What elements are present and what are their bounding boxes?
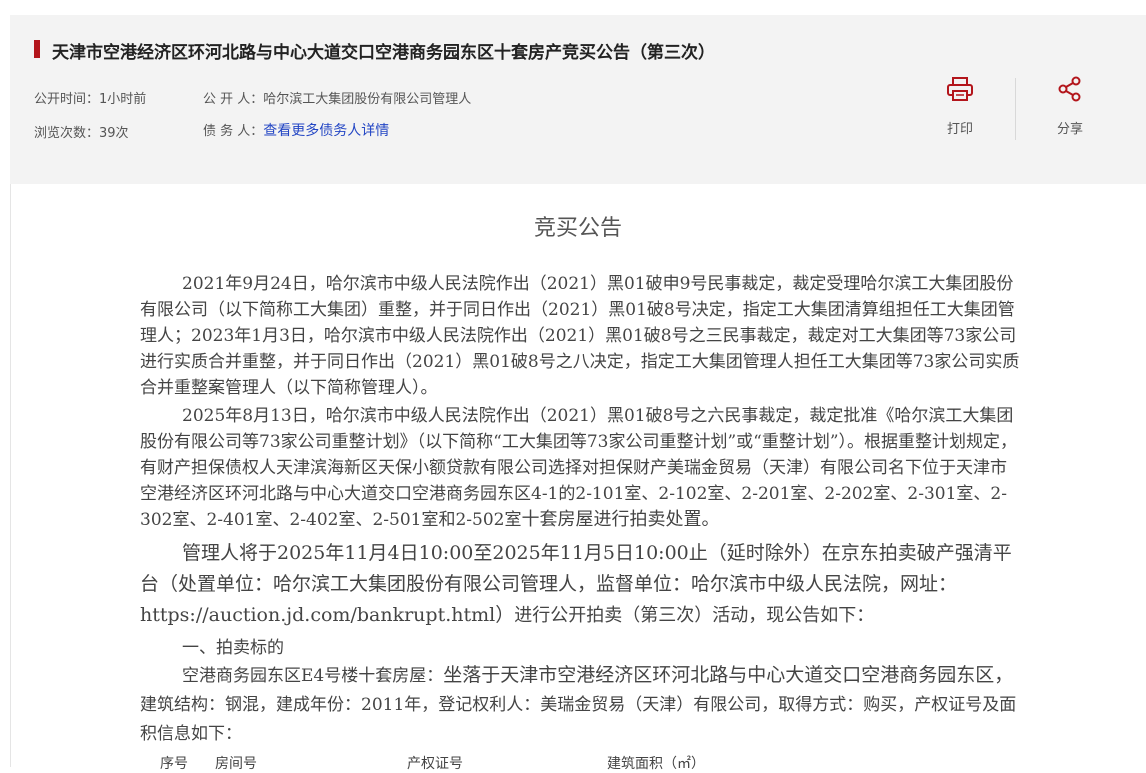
section-heading-1: 一、拍卖标的: [182, 638, 284, 658]
share-label: 分享: [1056, 122, 1083, 137]
debtor-details-link[interactable]: 查看更多债务人详情: [263, 123, 389, 139]
printer-icon: [947, 77, 973, 101]
views-count: 浏览次数：39次: [34, 122, 129, 141]
debtor-label: 债 务 人：: [203, 124, 264, 139]
publish-time-label: 公开时间：: [34, 92, 100, 107]
print-button[interactable]: 打印: [930, 76, 990, 137]
share-icon: [1058, 76, 1081, 102]
title-accent-bar: [34, 40, 40, 58]
paragraph-4-head: 空港商务园东区E4号楼十套房屋：: [182, 666, 444, 686]
table-header-index: 序号: [160, 756, 188, 772]
table-header-certificate: 产权证号: [407, 756, 463, 772]
paragraph-3-tail: 进行公开拍卖（第三次）活动，现公告如下：: [514, 605, 875, 626]
paragraph-4-text: 建筑结构：钢混，建成年份：2011年，登记权利人：美瑞金贸易（天津）有限公司，取…: [140, 695, 1017, 744]
document-border: [10, 184, 11, 767]
print-label: 打印: [946, 122, 973, 137]
paragraph-2: 2025年8月13日，哈尔滨市中级人民法院作出（2021）黑01破8号之六民事裁…: [140, 403, 1020, 533]
paragraph-1: 2021年9月24日，哈尔滨市中级人民法院作出（2021）黑01破申9号民事裁定…: [140, 274, 1020, 398]
publish-time: 公开时间：1小时前: [34, 88, 146, 107]
page-title: 天津市空港经济区环河北路与中心大道交口空港商务园东区十套房产竞买公告（第三次）: [52, 43, 715, 63]
views-value: 39次: [99, 126, 129, 141]
table-header-area: 建筑面积（㎡）: [607, 756, 705, 772]
views-label: 浏览次数：: [34, 126, 100, 141]
publisher-value: 哈尔滨工大集团股份有限公司管理人: [263, 92, 472, 107]
debtor: 债 务 人：查看更多债务人详情: [203, 120, 389, 140]
publisher-label: 公 开 人：: [203, 92, 264, 107]
paragraph-3: 管理人将于2025年11月4日10:00至2025年11月5日10:00止（延时…: [140, 538, 1020, 631]
document-heading: 竞买公告: [533, 216, 622, 241]
share-button[interactable]: 分享: [1040, 76, 1100, 137]
divider: [1015, 78, 1016, 140]
table-header-room: 房间号: [215, 756, 257, 772]
publisher: 公 开 人：哈尔滨工大集团股份有限公司管理人: [203, 88, 471, 107]
paragraph-2-tail: 十套房屋进行拍卖处置。: [521, 509, 720, 530]
publish-time-value: 1小时前: [99, 92, 147, 107]
paragraph-4: 空港商务园东区E4号楼十套房屋：坐落于天津市空港经济区环河北路与中心大道交口空港…: [140, 661, 1020, 749]
paragraph-4-big: 坐落于天津市空港经济区环河北路与中心大道交口空港商务园东区，: [443, 664, 1014, 686]
